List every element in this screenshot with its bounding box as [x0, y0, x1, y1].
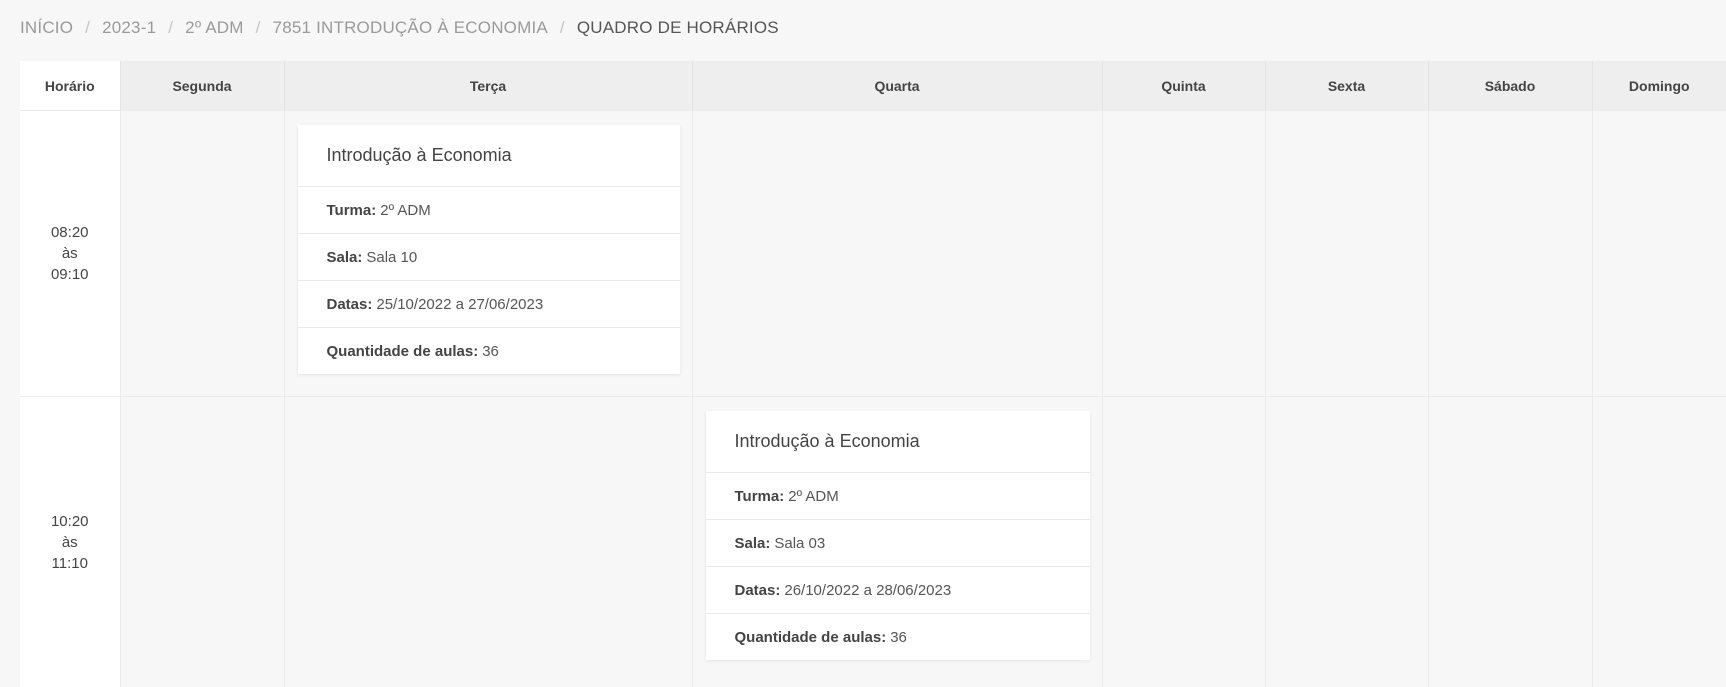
card-turma: Turma: 2º ADM — [298, 187, 680, 234]
cell-terca: Introdução à Economia Turma: 2º ADM Sala… — [284, 111, 692, 397]
sala-value: Sala 10 — [366, 249, 417, 266]
header-row: Horário Segunda Terça Quarta Quinta Sext… — [20, 61, 1726, 111]
cell-quinta — [1102, 397, 1265, 687]
quantidade-label: Quantidade de aulas: — [735, 629, 887, 646]
header-horario: Horário — [20, 61, 120, 111]
cell-sabado — [1428, 111, 1592, 397]
datas-label: Datas: — [735, 582, 781, 599]
cell-segunda — [120, 397, 284, 687]
quantidade-value: 36 — [890, 629, 907, 646]
class-card[interactable]: Introdução à Economia Turma: 2º ADM Sala… — [706, 411, 1090, 660]
cell-terca — [284, 397, 692, 687]
time-end: 09:10 — [20, 264, 120, 285]
breadcrumb-course[interactable]: 7851 INTRODUÇÃO À ECONOMIA — [273, 18, 548, 38]
card-quantidade: Quantidade de aulas: 36 — [706, 614, 1090, 660]
turma-value: 2º ADM — [788, 488, 839, 505]
card-quantidade: Quantidade de aulas: 36 — [298, 328, 680, 374]
header-sabado: Sábado — [1428, 61, 1592, 111]
turma-label: Turma: — [735, 488, 785, 505]
class-card[interactable]: Introdução à Economia Turma: 2º ADM Sala… — [298, 125, 680, 374]
cell-sabado — [1428, 397, 1592, 687]
table-row: 10:20 às 11:10 Introdução à Economia Tur… — [20, 397, 1726, 687]
header-quinta: Quinta — [1102, 61, 1265, 111]
datas-value: 25/10/2022 a 27/06/2023 — [376, 296, 543, 313]
time-cell: 10:20 às 11:10 — [20, 397, 120, 687]
schedule-table: Horário Segunda Terça Quarta Quinta Sext… — [20, 61, 1726, 687]
cell-quarta — [692, 111, 1102, 397]
card-title: Introdução à Economia — [706, 411, 1090, 473]
card-datas: Datas: 25/10/2022 a 27/06/2023 — [298, 281, 680, 328]
header-segunda: Segunda — [120, 61, 284, 111]
turma-label: Turma: — [327, 202, 377, 219]
cell-sexta — [1265, 111, 1428, 397]
time-start: 10:20 — [20, 511, 120, 532]
table-row: 08:20 às 09:10 Introdução à Economia Tur… — [20, 111, 1726, 397]
cell-quarta: Introdução à Economia Turma: 2º ADM Sala… — [692, 397, 1102, 687]
header-domingo: Domingo — [1592, 61, 1726, 111]
card-sala: Sala: Sala 10 — [298, 234, 680, 281]
card-title: Introdução à Economia — [298, 125, 680, 187]
time-end: 11:10 — [20, 553, 120, 574]
breadcrumb-separator: / — [168, 18, 173, 38]
turma-value: 2º ADM — [380, 202, 431, 219]
card-datas: Datas: 26/10/2022 a 28/06/2023 — [706, 567, 1090, 614]
card-turma: Turma: 2º ADM — [706, 473, 1090, 520]
breadcrumb-class[interactable]: 2º ADM — [185, 18, 243, 38]
time-start: 08:20 — [20, 222, 120, 243]
sala-value: Sala 03 — [774, 535, 825, 552]
sala-label: Sala: — [735, 535, 771, 552]
breadcrumb-separator: / — [560, 18, 565, 38]
datas-value: 26/10/2022 a 28/06/2023 — [784, 582, 951, 599]
header-terca: Terça — [284, 61, 692, 111]
cell-sexta — [1265, 397, 1428, 687]
cell-segunda — [120, 111, 284, 397]
header-quarta: Quarta — [692, 61, 1102, 111]
card-sala: Sala: Sala 03 — [706, 520, 1090, 567]
time-separator: às — [20, 532, 120, 553]
cell-quinta — [1102, 111, 1265, 397]
breadcrumb-separator: / — [256, 18, 261, 38]
quantidade-value: 36 — [482, 343, 499, 360]
time-cell: 08:20 às 09:10 — [20, 111, 120, 397]
quantidade-label: Quantidade de aulas: — [327, 343, 479, 360]
breadcrumb: INÍCIO / 2023-1 / 2º ADM / 7851 INTRODUÇ… — [0, 0, 1726, 56]
breadcrumb-period[interactable]: 2023-1 — [102, 18, 156, 38]
header-sexta: Sexta — [1265, 61, 1428, 111]
time-separator: às — [20, 243, 120, 264]
datas-label: Datas: — [327, 296, 373, 313]
cell-domingo — [1592, 397, 1726, 687]
breadcrumb-inicio[interactable]: INÍCIO — [20, 18, 73, 38]
breadcrumb-separator: / — [85, 18, 90, 38]
sala-label: Sala: — [327, 249, 363, 266]
breadcrumb-current: QUADRO DE HORÁRIOS — [577, 18, 779, 38]
cell-domingo — [1592, 111, 1726, 397]
